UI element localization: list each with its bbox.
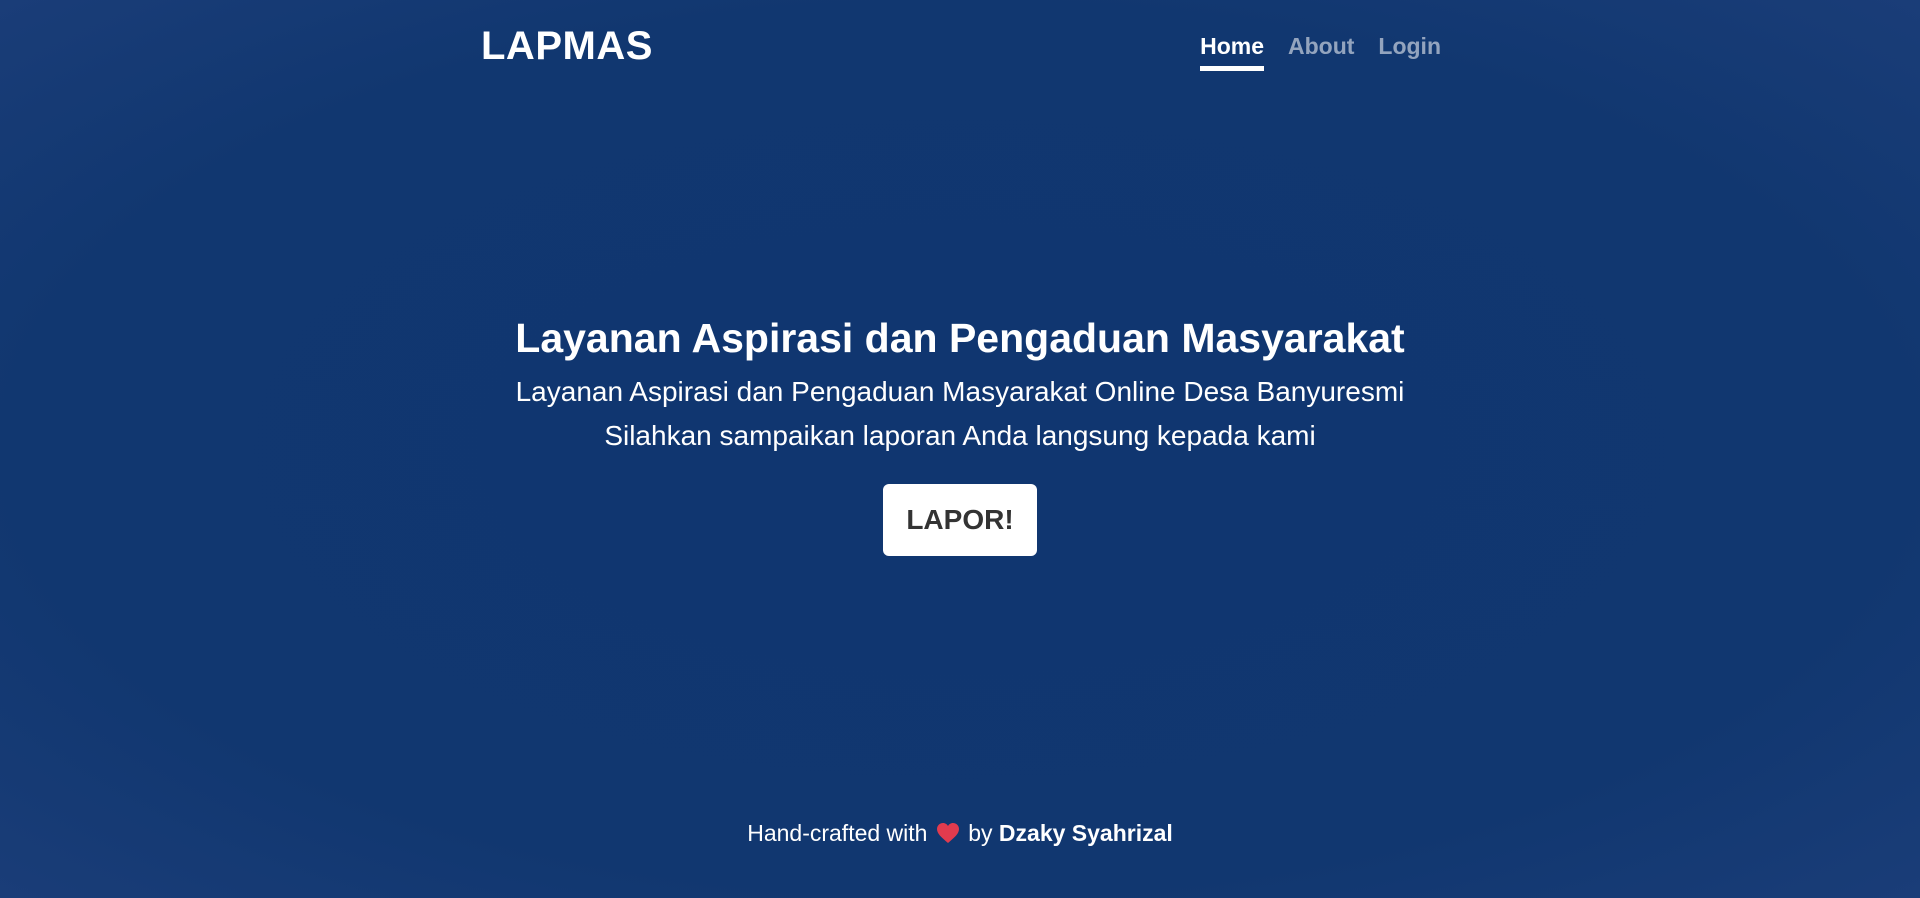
nav-about-link[interactable]: About bbox=[1288, 33, 1354, 71]
nav-home-link[interactable]: Home bbox=[1200, 33, 1264, 71]
hero-title: Layanan Aspirasi dan Pengaduan Masyaraka… bbox=[515, 315, 1405, 361]
footer-prefix: Hand-crafted with bbox=[747, 820, 928, 846]
heart-icon bbox=[936, 822, 960, 844]
nav-login-link[interactable]: Login bbox=[1378, 33, 1441, 71]
hero-subtitle-line1: Layanan Aspirasi dan Pengaduan Masyaraka… bbox=[515, 376, 1405, 407]
footer-by: by bbox=[968, 820, 993, 846]
site-brand[interactable]: LAPMAS bbox=[481, 24, 653, 69]
hero-subtitle: Layanan Aspirasi dan Pengaduan Masyaraka… bbox=[0, 370, 1920, 458]
hero-section: Layanan Aspirasi dan Pengaduan Masyaraka… bbox=[0, 310, 1920, 556]
main-nav: Home About Login bbox=[1200, 33, 1441, 71]
lapor-button[interactable]: LAPOR! bbox=[883, 484, 1037, 556]
footer-author[interactable]: Dzaky Syahrizal bbox=[999, 820, 1173, 846]
hero-subtitle-line2: Silahkan sampaikan laporan Anda langsung… bbox=[604, 420, 1316, 451]
site-header: LAPMAS Home About Login bbox=[481, 0, 1441, 100]
site-footer: Hand-crafted with by Dzaky Syahrizal bbox=[0, 820, 1920, 847]
